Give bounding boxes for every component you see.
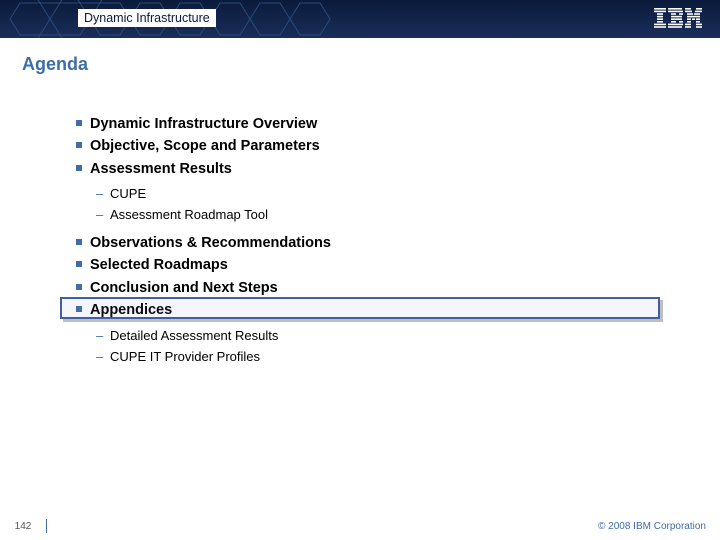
- agenda-item: Observations & Recommendations: [76, 232, 698, 254]
- agenda-sublist: Detailed Assessment ResultsCUPE IT Provi…: [76, 326, 698, 368]
- ibm-logo-icon: [654, 8, 702, 33]
- agenda-item: Objective, Scope and Parameters: [76, 135, 698, 157]
- copyright-text: © 2008 IBM Corporation: [598, 521, 706, 532]
- agenda-subitem: CUPE: [96, 184, 698, 205]
- agenda-item: Conclusion and Next Steps: [76, 277, 698, 299]
- agenda-item-label: Dynamic Infrastructure Overview: [90, 116, 317, 132]
- agenda-item-label: Objective, Scope and Parameters: [90, 138, 320, 154]
- agenda-subitem: Detailed Assessment Results: [96, 326, 698, 347]
- header-title: Dynamic Infrastructure: [78, 9, 216, 27]
- agenda-sublist: CUPEAssessment Roadmap Tool: [76, 184, 698, 226]
- agenda-item: Appendices: [76, 299, 698, 321]
- agenda-item-label: Observations & Recommendations: [90, 235, 331, 251]
- page-number: 142: [0, 521, 46, 532]
- footer-separator: [46, 519, 47, 533]
- agenda-item: Selected Roadmaps: [76, 254, 698, 276]
- agenda-subitem: CUPE IT Provider Profiles: [96, 347, 698, 368]
- slide-footer: 142 © 2008 IBM Corporation: [0, 512, 720, 540]
- agenda-subitem: Assessment Roadmap Tool: [96, 205, 698, 226]
- agenda-item: Assessment Results: [76, 158, 698, 180]
- agenda-item-label: Appendices: [90, 302, 172, 318]
- agenda-item-label: Conclusion and Next Steps: [90, 280, 278, 296]
- agenda-list: Dynamic Infrastructure Overview Objective…: [22, 113, 698, 367]
- slide-header: Dynamic Infrastructure: [0, 0, 720, 38]
- slide-title: Agenda: [22, 54, 698, 75]
- agenda-item: Dynamic Infrastructure Overview: [76, 113, 698, 135]
- agenda-item-label: Assessment Results: [90, 161, 232, 177]
- agenda-item-label: Selected Roadmaps: [90, 257, 228, 273]
- slide-content: Agenda Dynamic Infrastructure Overview Ob…: [0, 38, 720, 367]
